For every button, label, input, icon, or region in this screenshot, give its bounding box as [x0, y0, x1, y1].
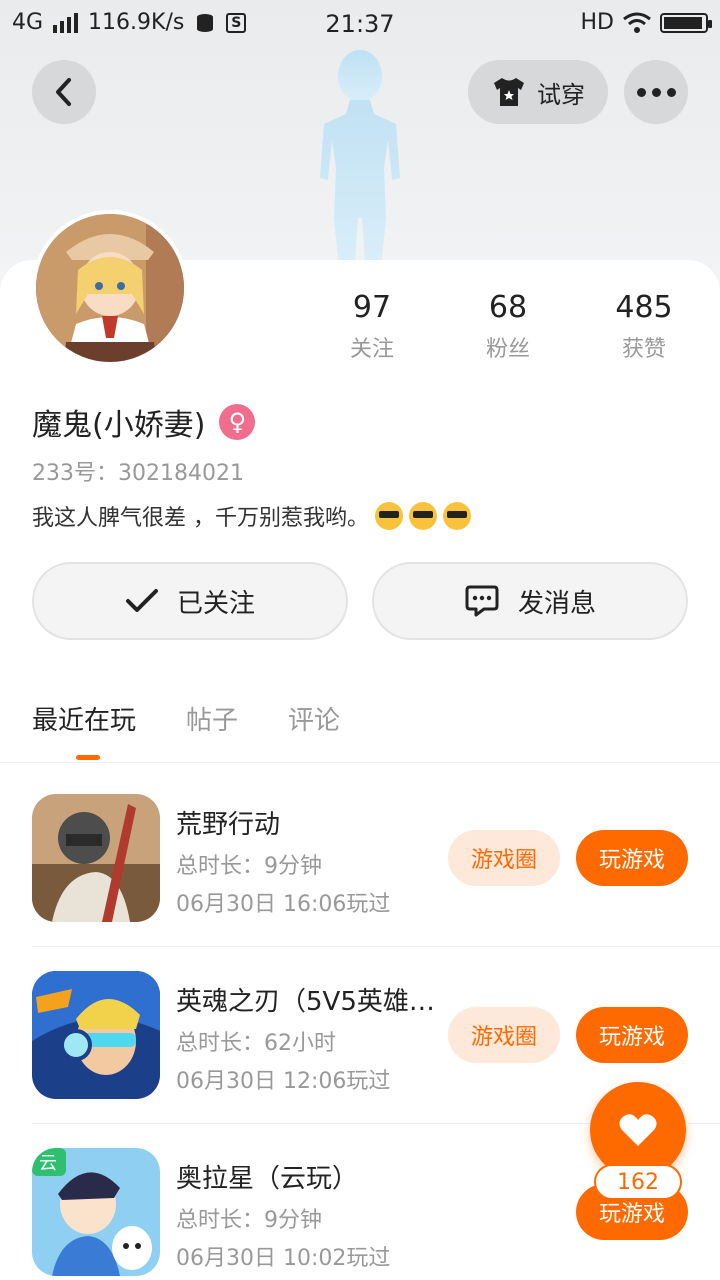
cool-sunglasses-emoji-icon [375, 502, 403, 530]
play-game-button[interactable]: 玩游戏 [576, 830, 688, 886]
stat-label: 粉丝 [485, 337, 530, 362]
chat-bubble-icon [465, 585, 499, 617]
user-name: 魔鬼(小娇妻) [32, 408, 206, 443]
stat-following[interactable]: 97 关注 [312, 290, 432, 363]
profile-tabs: 最近在玩 帖子 评论 [32, 700, 340, 737]
stat-value: 68 [488, 290, 528, 325]
stat-likes[interactable]: 485 获赞 [584, 290, 704, 363]
game-circle-button[interactable]: 游戏圈 [448, 1007, 560, 1063]
checkmark-icon [125, 589, 158, 612]
user-bio: 我这人脾气很差 ，千万别惹我哟。 [32, 500, 471, 532]
game-list-item[interactable]: 荒野行动 总时长：9分钟 06月30日 16:06玩过 游戏圈 玩游戏 [0, 794, 720, 970]
game-last-played: 06月30日 10:02玩过 [176, 1246, 391, 1271]
wifi-icon [623, 12, 651, 33]
more-options-button[interactable] [624, 60, 688, 124]
game-last-played: 06月30日 16:06玩过 [176, 892, 391, 917]
cool-sunglasses-emoji-icon [443, 502, 471, 530]
hd-indicator: HD [580, 10, 614, 35]
game-duration: 总时长：9分钟 [176, 854, 322, 879]
stat-value: 485 [615, 290, 673, 325]
name-row: 魔鬼(小娇妻) ♀ [32, 400, 256, 444]
try-on-button[interactable]: 试穿 [468, 60, 608, 124]
tabs-divider [0, 762, 720, 763]
game-last-played: 06月30日 12:06玩过 [176, 1069, 391, 1094]
stat-label: 关注 [349, 337, 394, 362]
status-bar: 4G 116.9K/s S 21:37 HD [0, 0, 720, 50]
stat-value: 97 [352, 290, 392, 325]
cloud-play-tag: 云 [39, 1153, 57, 1174]
stat-followers[interactable]: 68 粉丝 [448, 290, 568, 363]
cool-sunglasses-emoji-icon [409, 502, 437, 530]
female-gender-icon: ♀ [219, 404, 256, 440]
stat-label: 获赞 [621, 337, 666, 362]
like-count-badge: 162 [594, 1164, 682, 1200]
game-icon-aola-star[interactable]: 云 [32, 1148, 160, 1276]
more-dots-icon [636, 87, 676, 97]
battery-icon [660, 12, 712, 33]
try-on-label: 试穿 [537, 80, 585, 109]
avatar-image [36, 214, 184, 362]
play-game-button[interactable]: 玩游戏 [576, 1007, 688, 1063]
bio-text: 我这人脾气很差 ，千万别惹我哟。 [32, 506, 369, 531]
game-title: 奥拉星（云玩） [176, 1164, 359, 1194]
tshirt-icon [494, 78, 524, 106]
game-duration: 总时长：62小时 [176, 1031, 336, 1056]
tab-recently-played[interactable]: 最近在玩 [32, 700, 136, 737]
game-duration: 总时长：9分钟 [176, 1208, 322, 1233]
game-icon-heroic-blade[interactable] [32, 971, 160, 1099]
following-button[interactable]: 已关注 [32, 562, 348, 640]
heart-icon [619, 1114, 657, 1146]
user-avatar[interactable] [32, 210, 188, 366]
following-label: 已关注 [176, 588, 255, 619]
game-title: 荒野行动 [176, 810, 281, 840]
send-message-button[interactable]: 发消息 [372, 562, 688, 640]
tab-posts[interactable]: 帖子 [186, 700, 238, 737]
send-message-label: 发消息 [517, 588, 596, 619]
active-tab-indicator [76, 755, 100, 760]
back-button[interactable] [32, 60, 96, 124]
game-title: 英魂之刃（5V5英雄竞技） [176, 987, 436, 1017]
avatar-3d-figure [320, 50, 400, 278]
game-icon-wilderness-action[interactable] [32, 794, 160, 922]
user-id: 233号：302184021 [32, 461, 244, 486]
tab-comments[interactable]: 评论 [288, 700, 340, 737]
game-circle-button[interactable]: 游戏圈 [448, 830, 560, 886]
row-divider [32, 946, 720, 947]
chevron-left-icon [56, 78, 71, 106]
